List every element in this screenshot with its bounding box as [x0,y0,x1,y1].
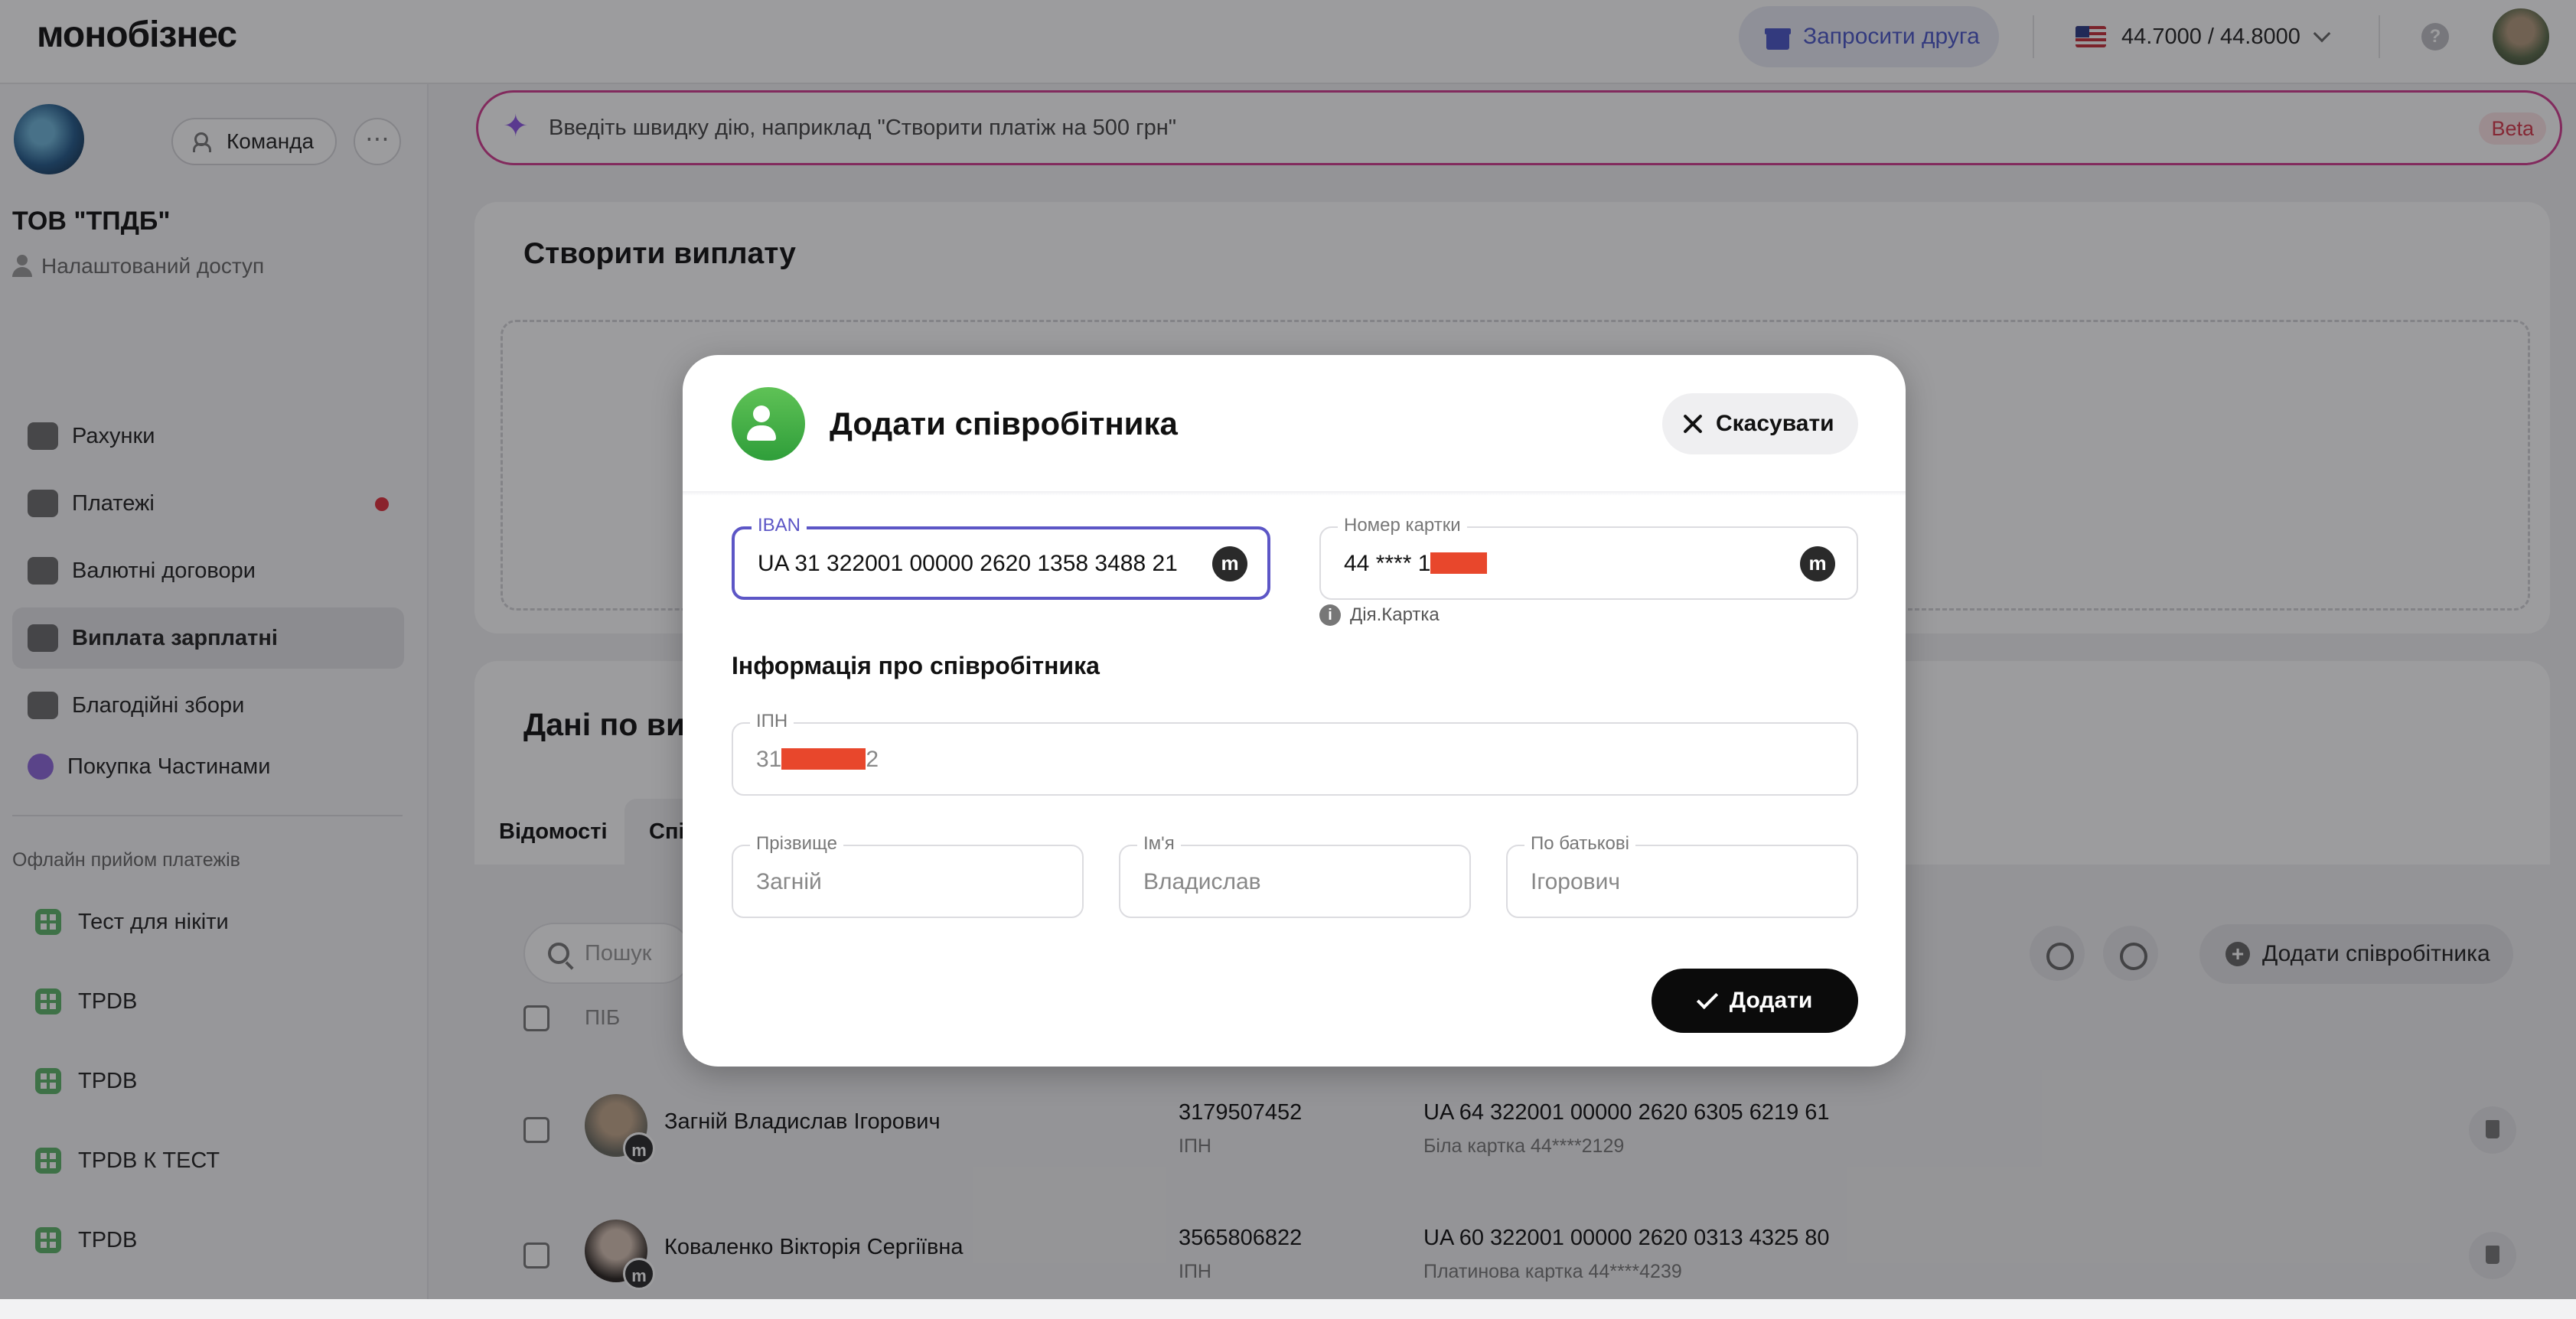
diia-card-hint: i Дія.Картка [1319,604,1440,626]
redaction-mark [781,748,866,770]
submit-label: Додати [1729,988,1813,1013]
divider [683,491,1906,496]
iban-label: IBAN [752,515,807,536]
first-name-value: Владислав [1143,869,1261,894]
card-number-field[interactable]: Номер картки 44 **** 1 m [1319,515,1858,600]
first-name-label: Ім'я [1137,833,1181,855]
inn-suffix: 2 [866,747,879,772]
redaction-mark [1430,552,1488,574]
info-icon: i [1319,604,1341,626]
patronymic-label: По батькові [1524,833,1635,855]
patronymic-field[interactable]: По батькові Ігорович [1506,833,1858,918]
card-number-value: 44 **** 1 [1344,551,1488,577]
card-number-prefix: 44 **** 1 [1344,551,1431,576]
patronymic-value: Ігорович [1531,869,1620,894]
dialog-title: Додати співробітника [830,405,1178,441]
add-employee-dialog: Додати співробітника Скасувати IBAN UA 3… [683,355,1906,1067]
mono-badge-icon: m [1212,546,1247,581]
surname-value: Загній [756,869,822,894]
check-icon [1696,987,1718,1010]
inn-value: 31 2 [756,747,879,773]
first-name-field[interactable]: Ім'я Владислав [1119,833,1471,918]
card-number-label: Номер картки [1338,515,1467,536]
cancel-button[interactable]: Скасувати [1662,393,1858,454]
surname-label: Прізвище [750,833,843,855]
add-user-icon [732,387,805,461]
employee-info-title: Інформація про співробітника [732,652,1100,679]
iban-value: UA 31 322001 00000 2620 1358 3488 21 [758,551,1178,576]
close-icon [1682,413,1704,435]
surname-field[interactable]: Прізвище Загній [732,833,1084,918]
cancel-label: Скасувати [1716,411,1834,436]
inn-prefix: 31 [756,747,782,772]
inn-field[interactable]: ІПН 31 2 [732,711,1858,796]
submit-add-button[interactable]: Додати [1652,969,1858,1033]
iban-field[interactable]: IBAN UA 31 322001 00000 2620 1358 3488 2… [732,515,1270,600]
inn-label: ІПН [750,711,794,732]
mono-badge-icon: m [1800,546,1835,581]
diia-card-label: Дія.Картка [1350,604,1440,625]
